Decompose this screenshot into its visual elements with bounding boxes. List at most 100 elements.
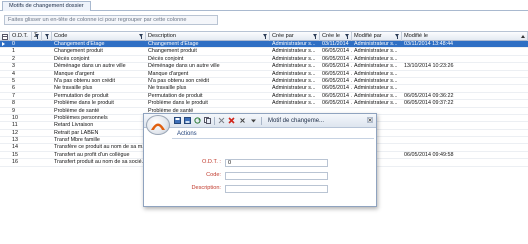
dialog-toolbar: Motif de changeme... (144, 114, 376, 128)
row-indicator[interactable] (0, 100, 8, 107)
cell-odt: 7 (12, 92, 15, 99)
column-header-cree-par[interactable]: Crée par (270, 32, 320, 41)
cell-cree-le: 06/05/2014 ... (322, 100, 352, 107)
cell-modifie-le (402, 108, 522, 115)
row-indicator[interactable] (0, 85, 8, 92)
row-indicator[interactable] (0, 71, 8, 78)
save-new-icon[interactable] (184, 117, 191, 124)
delete-icon[interactable] (228, 117, 235, 124)
row-indicator[interactable] (0, 78, 8, 85)
column-header-modifie-le[interactable]: Modifié le (402, 32, 528, 41)
table-row[interactable]: 3 Déménage dans un autre ville Déménage da… (0, 63, 528, 71)
section-title: Actions (177, 131, 197, 137)
group-by-panel[interactable]: Faites glisser un en-tête de colonne ici… (4, 15, 218, 25)
cell-description: Ne travaille plus (148, 85, 187, 92)
filter-icon[interactable] (139, 34, 143, 39)
cell-odt: 12 (12, 129, 18, 136)
tab-motifs-changement[interactable]: Motifs de changement dossier (2, 1, 91, 11)
cell-code: Permutation de produit (54, 92, 109, 99)
dropdown-icon[interactable] (250, 117, 257, 124)
row-indicator[interactable] (0, 108, 8, 115)
actions-section: Actions (172, 130, 374, 139)
filter-icon[interactable] (45, 34, 49, 39)
filter-icon[interactable] (345, 34, 349, 39)
save-icon[interactable] (174, 117, 181, 124)
cell-cree-le: 06/05/2014 ... (322, 92, 352, 99)
table-row[interactable]: 7 Permutation de produit Permutation de pr… (0, 92, 528, 101)
table-row[interactable]: 6 Ne travaille plus Ne travaille plus Admin… (0, 85, 528, 93)
cell-code: Problèmes personnels (54, 114, 108, 121)
table-row[interactable]: 4 Manque d'argent Manque d'argent Administr… (0, 71, 528, 78)
cell-code: Ne travaille plus (54, 85, 93, 92)
cell-modifie-le (402, 78, 522, 85)
cell-modifie-le (402, 122, 522, 129)
cell-modifie-par: Administrateur s... (354, 41, 398, 47)
column-header-filter-odt[interactable] (42, 32, 52, 41)
column-header-cree-le[interactable]: Crée le (320, 32, 352, 41)
cell-code: Déménage dans un autre ville (54, 63, 126, 70)
row-indicator[interactable] (0, 122, 8, 129)
row-indicator[interactable] (0, 115, 8, 122)
column-header-sort[interactable]: Σ (32, 32, 42, 41)
row-indicator[interactable] (0, 48, 8, 55)
row-indicator[interactable] (0, 56, 8, 63)
table-row[interactable]: 0 Changement d'Etage Changement d'Etage Adm… (0, 41, 528, 49)
filter-icon[interactable] (263, 34, 267, 39)
cell-cree-le: 06/05/2014 ... (322, 70, 352, 77)
cell-cree-par: Administrateur s... (272, 55, 316, 62)
column-header-description[interactable]: Description (146, 32, 270, 41)
cell-cree-le: 06/05/2014 ... (322, 77, 352, 84)
table-row[interactable]: 1 Changement produit Changement produit Adm… (0, 48, 528, 56)
dialog-close-button[interactable] (367, 117, 373, 123)
cell-modifie-par: Administrateur s... (354, 92, 398, 99)
table-row[interactable]: 8 Problème dans le produit Problème dans l… (0, 100, 528, 108)
cell-modifie-le (402, 144, 522, 151)
cut-icon[interactable] (218, 117, 225, 124)
cell-cree-par: Administrateur s... (272, 85, 316, 92)
column-header-modifie-par[interactable]: Modifié par (352, 32, 402, 41)
cell-odt: 15 (12, 151, 18, 158)
cell-modifie-par: Administrateur s... (354, 85, 398, 92)
odt-field[interactable]: 0 (225, 159, 328, 167)
row-indicator[interactable] (0, 41, 8, 48)
cell-description: Déménage dans un autre ville (148, 63, 220, 70)
cell-modifie-par: Administrateur s... (354, 55, 398, 62)
cell-code: Retrait par LABEN (54, 129, 99, 136)
cell-description: N'a pas obtenu son crédit (148, 77, 209, 84)
close-x-icon[interactable] (239, 117, 246, 124)
cell-description: Décès conjoint (148, 55, 184, 62)
row-indicator[interactable] (0, 63, 8, 70)
row-indicator[interactable] (0, 130, 8, 137)
table-row[interactable]: 2 Décès conjoint Décès conjoint Administrat… (0, 55, 528, 64)
filter-icon[interactable] (35, 34, 39, 39)
description-field[interactable] (225, 185, 328, 193)
row-indicator[interactable] (0, 144, 8, 151)
cell-odt: 14 (12, 144, 18, 151)
cell-odt: 9 (12, 107, 15, 114)
column-header-code[interactable]: Code (52, 32, 146, 41)
header-row-indicator[interactable] (0, 32, 10, 41)
description-label: Description: (191, 185, 221, 191)
table-row[interactable]: 5 N'a pas obtenu son crédit N'a pas obtenu… (0, 77, 528, 86)
scroll-up-icon[interactable] (521, 35, 525, 38)
app-logo[interactable] (146, 115, 170, 135)
dialog-title: Motif de changeme... (268, 118, 325, 124)
cell-code: Manque d'argent (54, 70, 95, 77)
cell-code: Changement d'Etage (54, 41, 105, 47)
row-indicator[interactable] (0, 152, 8, 159)
filter-icon[interactable] (395, 34, 399, 39)
cell-cree-le: 06/05/2014 ... (322, 85, 352, 92)
cell-odt: 13 (12, 137, 18, 144)
column-header-odt[interactable]: O.D.T. (10, 32, 32, 41)
cell-code: Problème de santé (54, 107, 100, 114)
cell-modifie-le (402, 48, 522, 55)
filter-icon[interactable] (313, 34, 317, 39)
row-indicator[interactable] (0, 93, 8, 100)
row-indicator[interactable] (0, 137, 8, 144)
refresh-icon[interactable] (194, 117, 201, 124)
cell-cree-le: 06/05/2014 ... (322, 55, 352, 62)
row-indicator[interactable] (0, 159, 8, 166)
code-field[interactable] (225, 172, 328, 180)
copy-icon[interactable] (204, 117, 211, 124)
cell-cree-par: Administrateur s... (272, 48, 316, 55)
